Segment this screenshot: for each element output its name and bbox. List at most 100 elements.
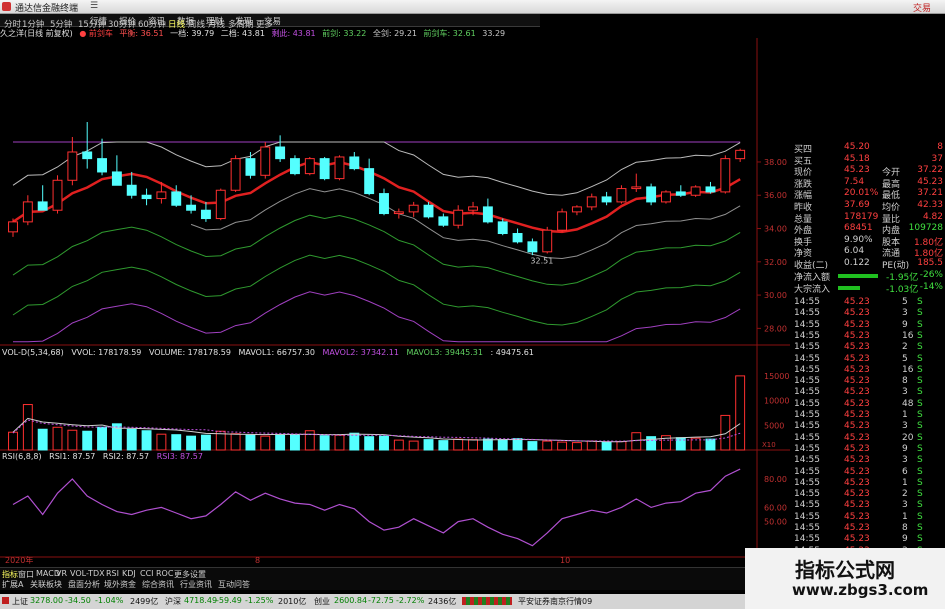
tick-time: 14:55 — [794, 342, 820, 353]
vol-vvol: VVOL: 178178.59 — [71, 348, 142, 357]
volume-bar — [601, 441, 612, 451]
tick-row: 14:55 45.23 2S — [790, 489, 945, 501]
tick-price: 45.23 — [844, 421, 870, 432]
tick-volume: 3 — [902, 387, 908, 398]
tick-price: 45.23 — [844, 511, 870, 522]
tick-side: S — [917, 511, 923, 522]
tick-side: S — [917, 376, 923, 387]
quote-row: 买四 45.20 8 — [790, 142, 945, 155]
candle-body — [423, 204, 434, 218]
tick-volume: 8 — [902, 376, 908, 387]
tick-price: 45.23 — [844, 443, 870, 454]
candle-body — [557, 211, 568, 231]
tick-volume: 20 — [902, 432, 914, 443]
cy-amount: 2436亿 — [428, 597, 457, 606]
volume-bar — [37, 428, 48, 451]
tick-price: 45.23 — [844, 319, 870, 330]
quote-value-2: 37.21 — [917, 188, 943, 199]
tick-volume: 1 — [902, 410, 908, 420]
rsi-axis-label: 50.00 — [764, 518, 787, 527]
volume-info: VOL-D(5,34,68) VVOL: 178178.59 VOLUME: 1… — [2, 348, 539, 357]
trade-link[interactable]: 交易 — [913, 1, 931, 14]
vol-mavol3: MAVOL3: 39445.31 — [406, 348, 483, 357]
watermark: 指标公式网 www.zbgs3.com — [745, 548, 945, 609]
volume-bar — [527, 441, 538, 451]
tick-time: 14:55 — [794, 353, 820, 364]
tick-side: S — [917, 443, 923, 454]
tick-row: 14:55 45.23 3S — [790, 387, 945, 399]
price-axis-label: 28.00 — [764, 324, 787, 333]
indicator-tab-3[interactable]: VR — [56, 569, 67, 578]
volume-bar — [349, 432, 360, 451]
volume-bar — [304, 430, 315, 451]
extension-tab-1[interactable]: 关联板块 — [30, 579, 62, 590]
indicator-v2: 一档: 39.79 — [170, 29, 215, 38]
volume-bar — [705, 438, 716, 451]
candle-body — [37, 201, 48, 211]
indicator-v8: 33.29 — [482, 29, 506, 38]
watermark-url: www.zbgs3.com — [792, 581, 929, 599]
extension-tab-3[interactable]: 境外资金 — [104, 579, 136, 590]
vol-name: VOL-D(5,34,68) — [2, 348, 64, 357]
stock-name: 久之洋(日线 前复权) — [0, 29, 73, 38]
volume-bar — [290, 434, 300, 451]
tick-side: S — [917, 534, 923, 545]
rsi-2: RSI2: 87.57 — [102, 452, 150, 461]
tick-volume: 16 — [902, 364, 914, 375]
tick-side: S — [917, 432, 923, 443]
cy-label[interactable]: 创业 — [314, 596, 330, 607]
date-label: 10 — [560, 556, 570, 565]
quote-value: 178179 — [844, 211, 879, 222]
candle-body — [646, 186, 657, 203]
sz-percent: -1.25% — [245, 596, 274, 605]
candle-body — [631, 186, 642, 190]
tick-time: 14:55 — [794, 489, 820, 500]
volume-bar — [571, 442, 582, 451]
volume-bar — [482, 438, 493, 451]
tick-row: 14:55 45.23 2S — [790, 342, 945, 354]
extension-tab-2[interactable]: 盘面分析 — [68, 579, 100, 590]
tick-time: 14:55 — [794, 364, 820, 375]
candle-body — [126, 184, 137, 196]
sz-change: -59.49 — [216, 596, 242, 605]
sh-label[interactable]: 上证 — [12, 596, 28, 607]
tick-row: 14:55 45.23 16 S — [790, 365, 945, 377]
candle-body — [705, 186, 716, 193]
candle-body — [22, 201, 33, 223]
window-title: 通达信金融终端 — [15, 4, 79, 14]
tick-time: 14:55 — [794, 455, 820, 466]
rsi-axis-label: 80.00 — [764, 475, 787, 484]
chart-area[interactable]: 38.00 36.00 34.00 32.00 30.00 28.00 32.51 15000… — [0, 38, 790, 568]
extension-tab-6[interactable]: 互动问答 — [218, 579, 250, 590]
indicator-tab-7[interactable]: CCI — [140, 569, 154, 578]
tick-side: S — [917, 330, 923, 341]
extension-tab-0[interactable]: 扩展A — [2, 579, 23, 590]
tick-row: 14:55 45.23 3S — [790, 500, 945, 512]
tick-volume: 3 — [902, 500, 908, 511]
flow-label: 大宗流入 — [794, 284, 831, 295]
extension-tab-4[interactable]: 综合资讯 — [142, 579, 174, 590]
indicator-tab-5[interactable]: RSI — [106, 569, 119, 578]
quote-row: 现价 45.23 今开 37.22 — [790, 165, 945, 178]
indicator-v4: 剩此: 43.81 — [271, 29, 316, 38]
tick-side: S — [917, 500, 923, 511]
volume-axis-label: 15000 — [764, 372, 789, 381]
upper-white-band — [12, 141, 741, 196]
sz-label[interactable]: 沪深 — [165, 596, 181, 607]
tick-row: 14:55 45.23 16 S — [790, 331, 945, 343]
indicator-tab-6[interactable]: KDJ — [122, 569, 136, 578]
menu-icon[interactable]: ☰ — [90, 1, 98, 11]
indicator-tab-8[interactable]: ROC — [156, 569, 173, 578]
quote-value-2: 37.22 — [917, 165, 943, 176]
candle-body — [171, 191, 182, 206]
candle-body — [230, 158, 241, 191]
sh-amount: 2499亿 — [130, 597, 159, 606]
tick-row: 14:55 45.23 8 S — [790, 523, 945, 535]
extension-tab-5[interactable]: 行业资讯 — [180, 579, 212, 590]
quote-row: 外盘 68451 内盘 109728 — [790, 223, 945, 236]
tick-time: 14:55 — [794, 319, 820, 330]
tick-volume: 48 — [902, 398, 914, 409]
tick-side: S — [917, 364, 923, 375]
candle-body — [334, 156, 345, 180]
indicator-tab-4[interactable]: VOL-TDX — [70, 569, 105, 578]
